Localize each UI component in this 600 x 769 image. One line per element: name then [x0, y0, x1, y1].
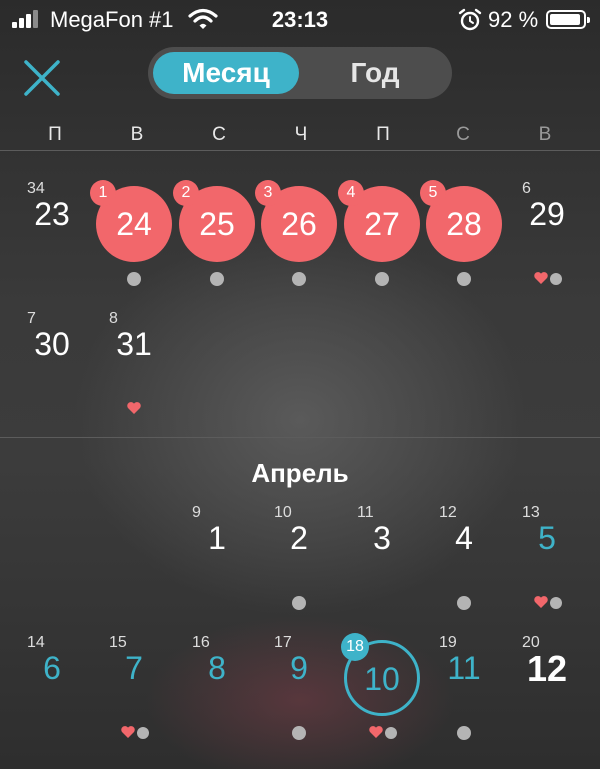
note-dot-icon: [550, 597, 562, 609]
day-number: 11: [447, 650, 481, 686]
day-number: 2: [290, 520, 308, 556]
header-divider: [0, 150, 600, 151]
day-number: 6: [43, 650, 61, 686]
alarm-icon: [458, 8, 482, 31]
note-dot-icon: [385, 727, 397, 739]
day-cell-april-5[interactable]: 13 5: [506, 504, 588, 609]
note-dot-icon: [457, 272, 471, 286]
weekday-sun: В: [538, 124, 552, 145]
heart-icon: [533, 270, 549, 286]
day-cell-april-10[interactable]: 18 10: [341, 633, 423, 739]
day-number: 9: [290, 650, 308, 686]
day-cell-april-2[interactable]: 10 2: [258, 504, 340, 610]
period-day-circle: 4 27: [338, 180, 420, 262]
day-cell-march-24[interactable]: 1 24: [90, 180, 175, 286]
day-number: 28: [446, 206, 482, 242]
day-number: 12: [526, 648, 568, 689]
period-day-circle: 5 28: [420, 180, 502, 262]
note-dot-icon: [210, 272, 224, 286]
day-cell-march-23[interactable]: 34 23: [11, 180, 93, 268]
status-bar: MegaFon #1 23:13 92 %: [0, 0, 600, 40]
close-icon[interactable]: [22, 58, 62, 98]
today-cycle-badge: 18: [341, 633, 369, 661]
day-number: 8: [208, 650, 226, 686]
note-dot-icon: [292, 726, 306, 740]
note-dot-icon: [292, 272, 306, 286]
day-number: 23: [34, 196, 70, 232]
day-number: 29: [529, 196, 565, 232]
day-number: 7: [125, 650, 143, 686]
note-dot-icon: [457, 596, 471, 610]
day-number: 4: [455, 520, 473, 556]
day-cell-april-1[interactable]: 91: [176, 504, 258, 592]
heart-icon: [120, 724, 136, 740]
heart-icon: [533, 594, 549, 610]
day-cell-march-27[interactable]: 4 27: [338, 180, 423, 286]
day-cell-march-29[interactable]: 6 29: [506, 180, 588, 285]
day-cell-march-31[interactable]: 8 31: [93, 310, 175, 414]
day-number: 24: [116, 206, 152, 242]
period-day-circle: 1 24: [90, 180, 172, 262]
day-number: 26: [281, 206, 317, 242]
day-cell-april-11[interactable]: 19 11: [423, 634, 505, 740]
month-title: Апрель: [251, 458, 349, 488]
note-dot-icon: [137, 727, 149, 739]
period-day-circle: 3 26: [255, 180, 337, 262]
heart-icon: [368, 724, 384, 740]
day-cell-april-8[interactable]: 16 8: [176, 634, 258, 722]
day-number: 31: [116, 326, 152, 362]
period-day-badge: 4: [338, 180, 364, 206]
day-cell-april-9[interactable]: 17 9: [258, 634, 340, 740]
weekday-wed: С: [212, 124, 226, 145]
day-cell-april-7[interactable]: 15 7: [93, 634, 175, 739]
day-cell-april-3[interactable]: 11 3: [341, 504, 423, 592]
note-dot-icon: [127, 272, 141, 286]
weekday-fri: П: [376, 124, 390, 145]
view-switcher: Месяц Год: [148, 47, 452, 99]
weekday-thu: Ч: [294, 124, 308, 145]
month-divider: [0, 437, 600, 438]
day-number: 25: [199, 206, 235, 242]
day-cell-april-12[interactable]: 20 12: [506, 634, 588, 722]
tab-year[interactable]: Год: [303, 52, 447, 94]
day-number: 5: [538, 520, 556, 556]
day-number: 27: [364, 206, 400, 242]
battery-icon: [546, 10, 590, 29]
day-cell-march-25[interactable]: 2 25: [173, 180, 258, 286]
day-cell-march-30[interactable]: 7 30: [11, 310, 93, 398]
today-ring: 18 10: [341, 633, 420, 716]
weekday-header: П В С Ч П С В: [0, 124, 600, 148]
period-day-badge: 2: [173, 180, 199, 206]
day-number: 10: [364, 661, 400, 697]
period-day-circle: 2 25: [173, 180, 255, 262]
weekday-sat: С: [456, 124, 470, 145]
note-dot-icon: [457, 726, 471, 740]
battery-percent: 92 %: [488, 7, 539, 32]
day-number: 30: [34, 326, 70, 362]
period-day-badge: 1: [90, 180, 116, 206]
note-dot-icon: [550, 273, 562, 285]
day-cell-april-4[interactable]: 12 4: [423, 504, 505, 610]
day-cell-march-28[interactable]: 5 28: [420, 180, 505, 286]
period-day-badge: 3: [255, 180, 281, 206]
weekday-mon: П: [48, 124, 62, 145]
period-day-badge: 5: [420, 180, 446, 206]
day-number: 1: [208, 520, 226, 556]
day-number: 3: [373, 520, 391, 556]
heart-icon: [126, 400, 142, 416]
day-cell-april-6[interactable]: 14 6: [11, 634, 93, 722]
day-cell-march-26[interactable]: 3 26: [255, 180, 340, 286]
note-dot-icon: [292, 596, 306, 610]
weekday-tue: В: [130, 124, 144, 145]
tab-month[interactable]: Месяц: [153, 52, 299, 94]
note-dot-icon: [375, 272, 389, 286]
